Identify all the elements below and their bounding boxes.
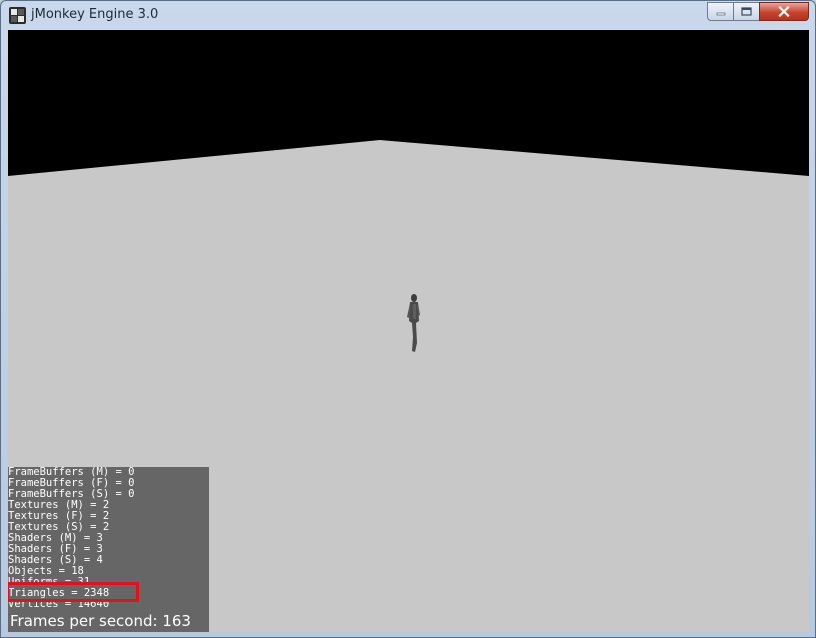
minimize-button[interactable] bbox=[707, 2, 734, 21]
minimize-icon bbox=[716, 12, 725, 15]
render-viewport[interactable]: FrameBuffers (M) = 0 FrameBuffers (F) = … bbox=[8, 30, 809, 632]
window-title: jMonkey Engine 3.0 bbox=[31, 7, 159, 22]
close-icon bbox=[778, 6, 790, 17]
fps-counter: Frames per second: 163 bbox=[10, 612, 191, 630]
app-window: jMonkey Engine 3.0 FrameBuffers (M) = 0 … bbox=[0, 0, 816, 638]
character-model bbox=[407, 294, 420, 352]
title-bar[interactable]: jMonkey Engine 3.0 bbox=[1, 1, 815, 29]
jmonkey-app-icon[interactable] bbox=[9, 7, 26, 24]
stats-panel: FrameBuffers (M) = 0 FrameBuffers (F) = … bbox=[8, 467, 209, 632]
triangles-highlight-box bbox=[8, 582, 139, 602]
close-button[interactable] bbox=[759, 2, 809, 21]
maximize-button[interactable] bbox=[733, 2, 760, 21]
maximize-icon bbox=[741, 7, 752, 16]
